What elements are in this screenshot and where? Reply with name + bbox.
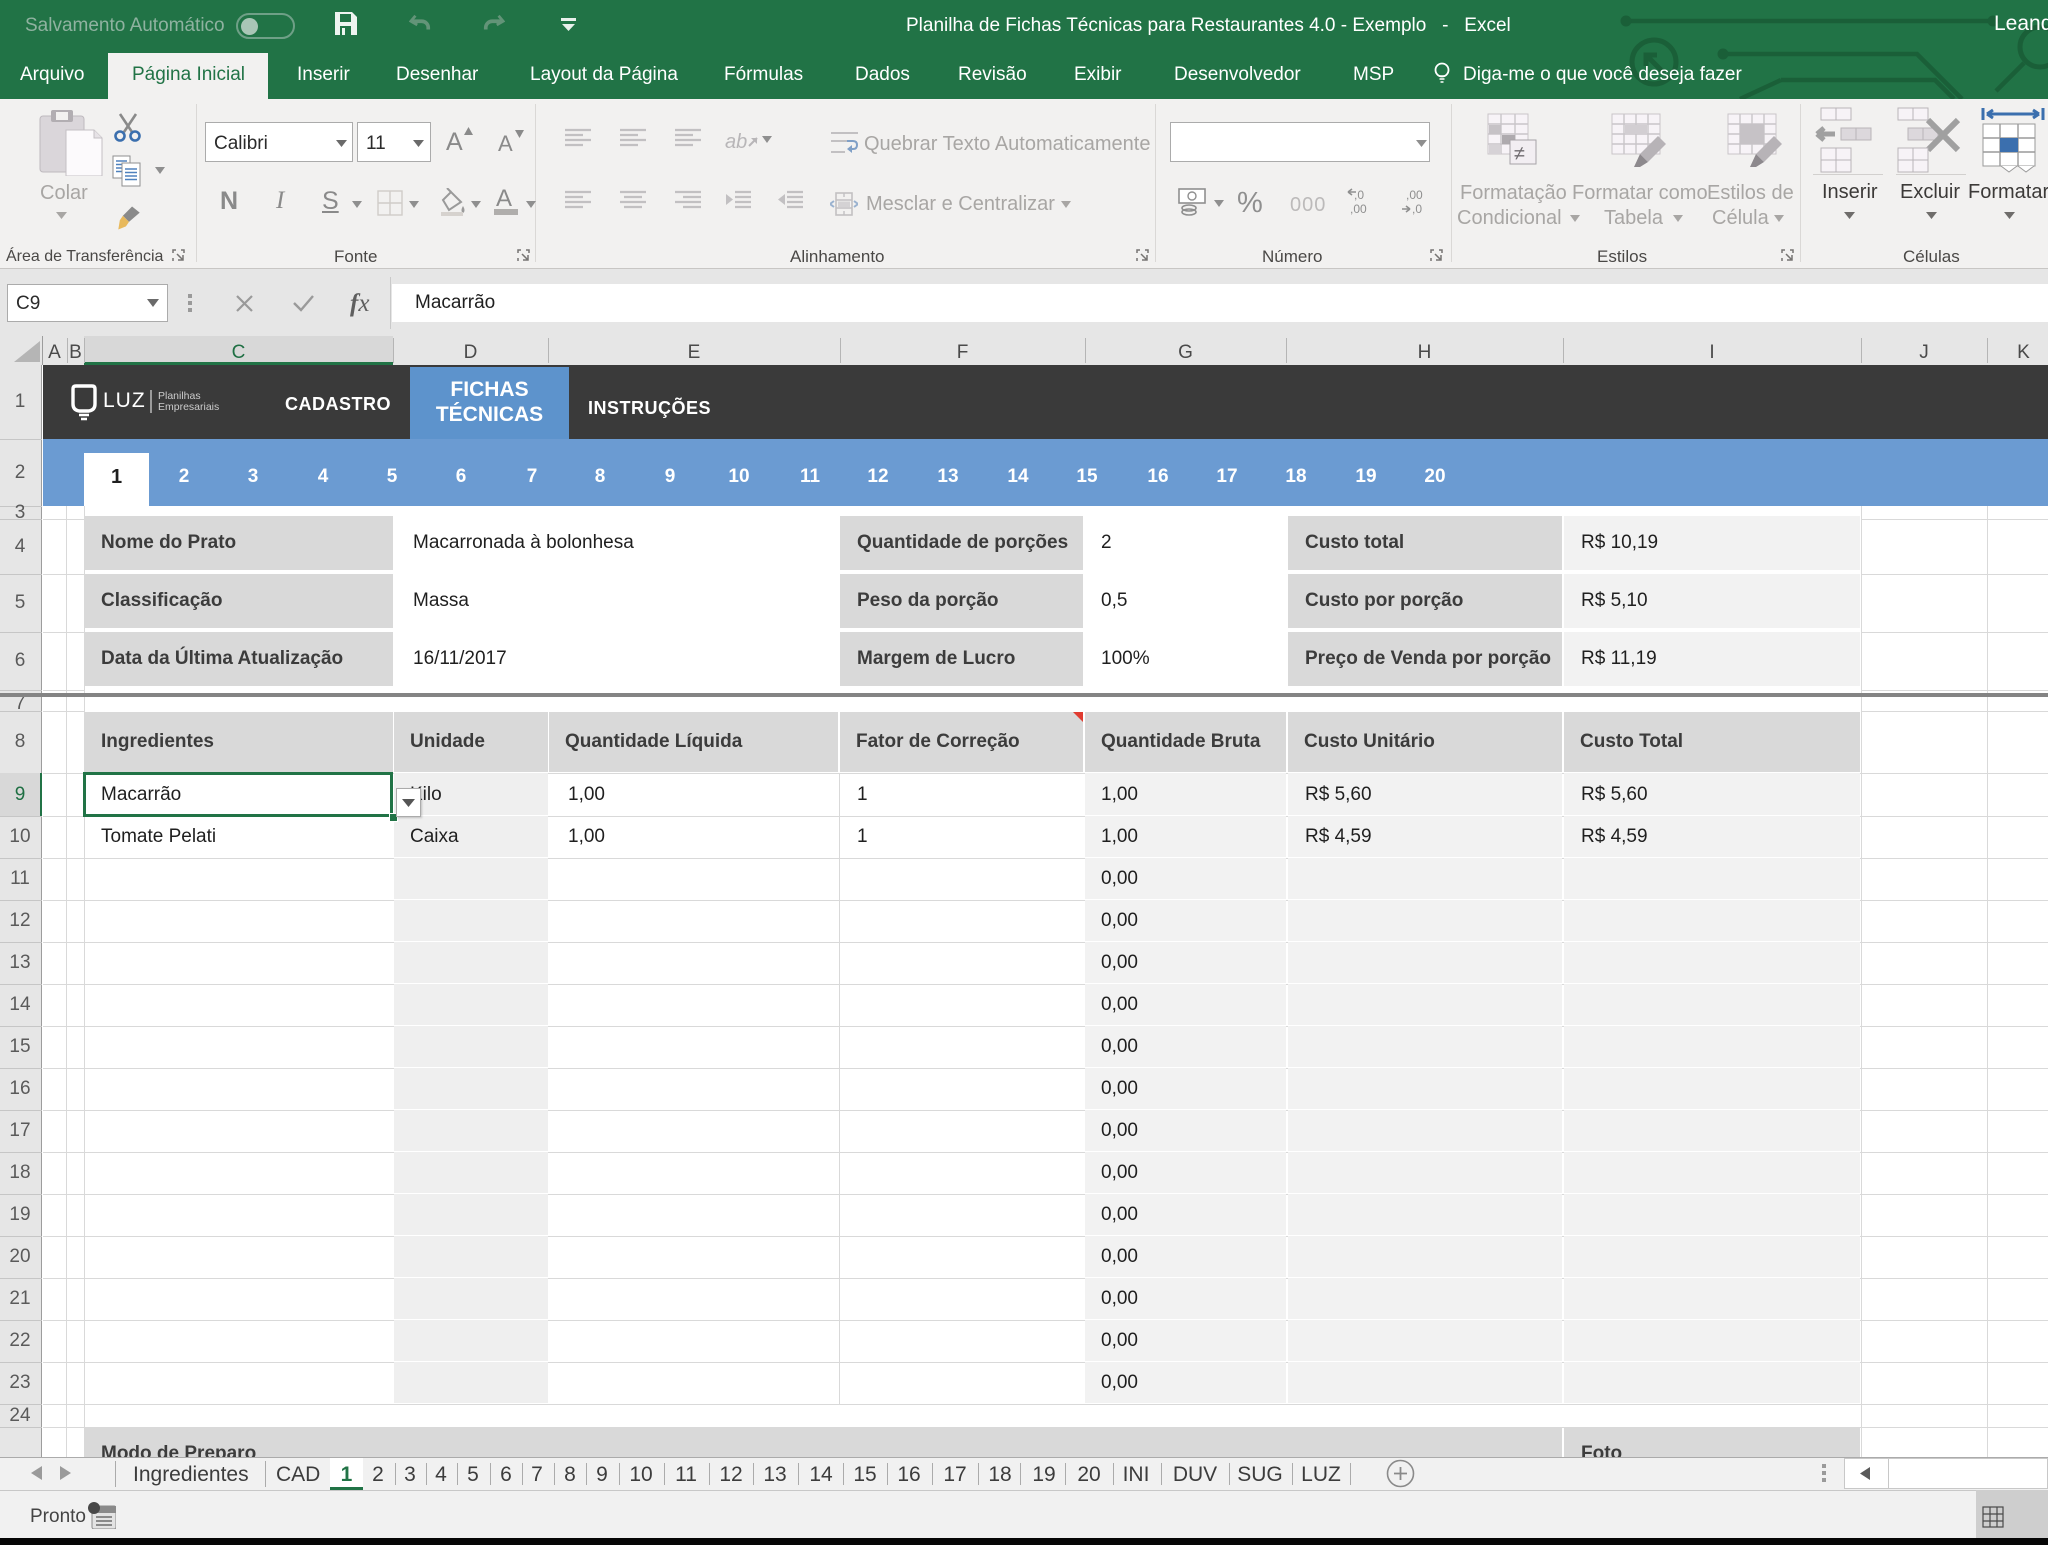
svg-text:ab: ab bbox=[725, 131, 747, 153]
svg-text:,00: ,00 bbox=[1406, 188, 1423, 202]
svg-text:≠: ≠ bbox=[1514, 143, 1525, 165]
svg-text:,0: ,0 bbox=[1354, 188, 1364, 202]
svg-text:,0: ,0 bbox=[1412, 202, 1422, 216]
svg-text:,00: ,00 bbox=[1350, 202, 1367, 216]
